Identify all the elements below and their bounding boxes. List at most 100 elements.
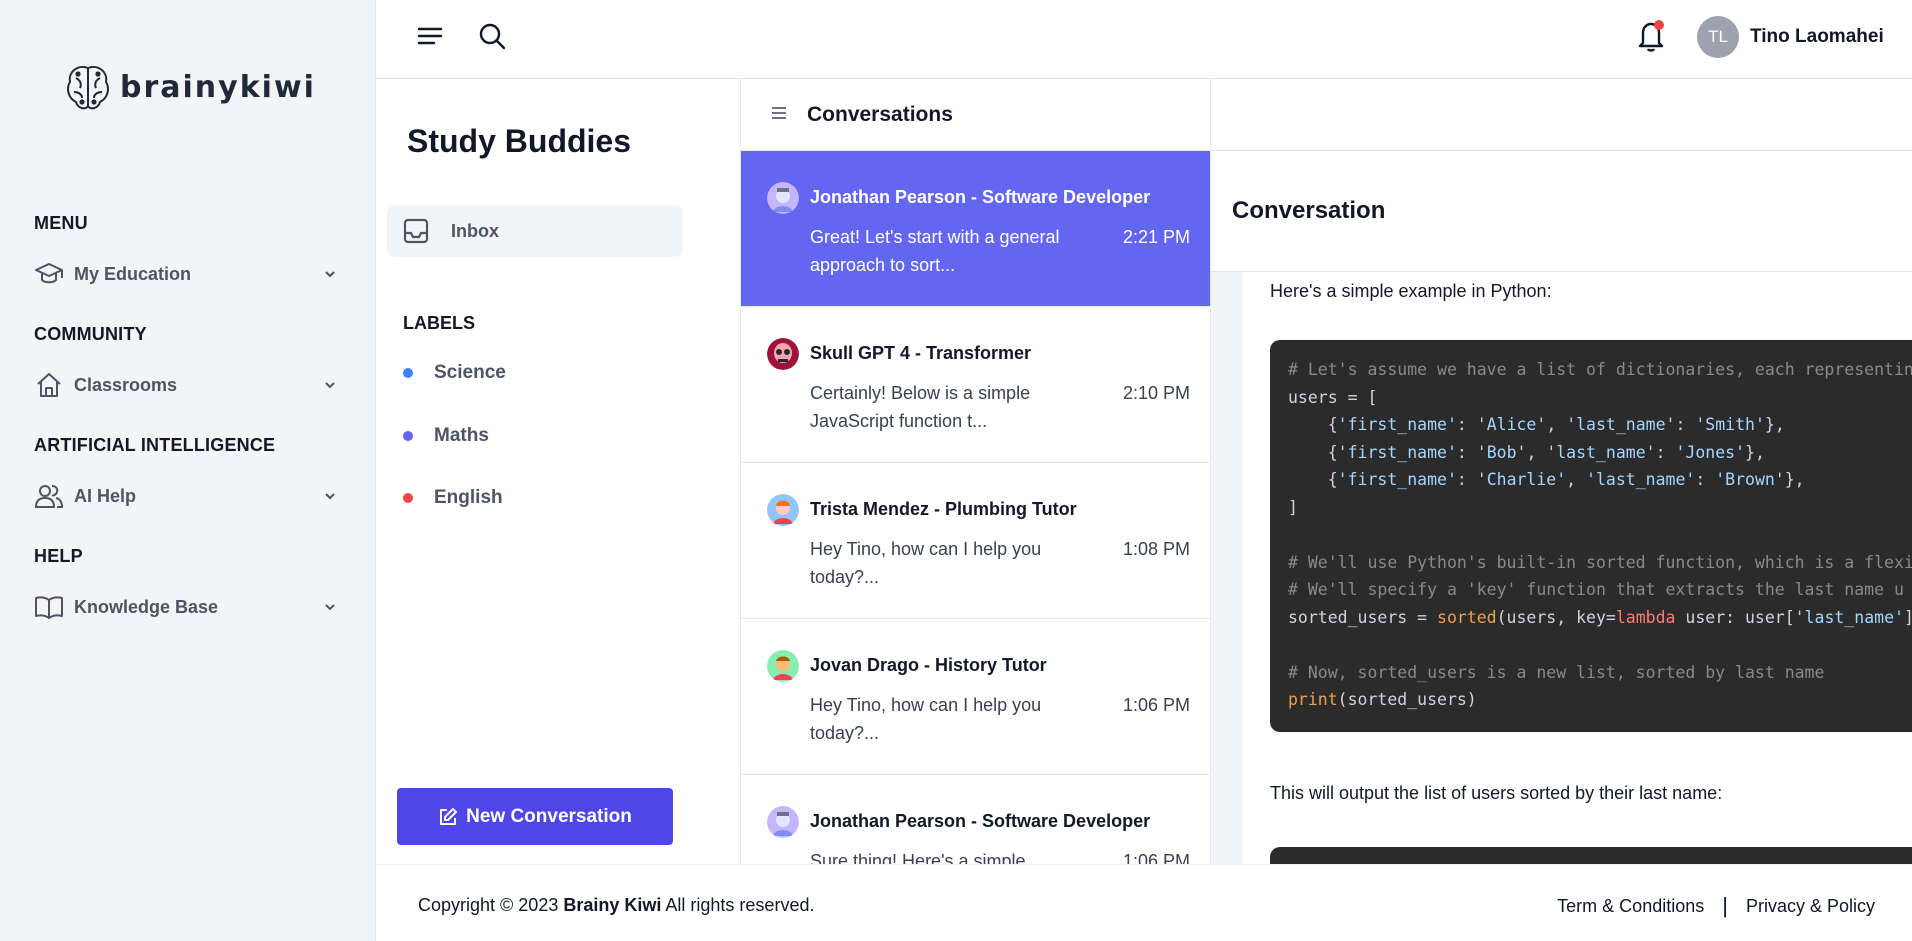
avatar <box>767 650 799 682</box>
graduation-cap-icon <box>32 257 66 291</box>
code-line: {'first_name': 'Bob', 'last_name': 'Jone… <box>1288 442 1765 462</box>
footer-links: Term & Conditions | Privacy & Policy <box>1557 893 1875 919</box>
chevron-down-icon <box>325 604 335 611</box>
conversation-preview: Great! Let's start with a general approa… <box>810 227 1060 275</box>
nav-my-education[interactable]: My Education <box>32 254 342 294</box>
home-icon <box>32 368 66 402</box>
message-intro: Here's a simple example in Python: <box>1270 281 1552 301</box>
conversation-item[interactable]: Trista Mendez - Plumbing Tutor Hey Tino,… <box>741 463 1210 619</box>
avatar[interactable]: TL <box>1697 16 1739 58</box>
sidebar: brainykiwi MENU My Education COMMUNITY C… <box>0 0 376 941</box>
conversation-title: Conversation <box>1232 197 1386 224</box>
conversation-panel: Conversation Here's a simple example in … <box>1211 79 1912 864</box>
nav-classrooms[interactable]: Classrooms <box>32 365 342 405</box>
conversation-time: 1:06 PM <box>1122 851 1190 864</box>
code-block[interactable]: # Let's assume we have a list of diction… <box>1270 340 1912 732</box>
conversations-list: Conversations Jonathan Pearson - Softwar… <box>741 79 1211 864</box>
footer-separator: | <box>1722 893 1728 918</box>
conversation-item[interactable]: Jonathan Pearson - Software Developer Su… <box>741 775 1210 864</box>
conversations-header: Conversations <box>741 79 1210 151</box>
code-line: {'first_name': 'Alice', 'last_name': 'Sm… <box>1288 415 1785 434</box>
conversations-title: Conversations <box>807 102 953 126</box>
conversation-panel-toolbar <box>1211 79 1912 151</box>
conversation-name: Skull GPT 4 - Transformer <box>810 343 1032 363</box>
new-conversation-button[interactable]: New Conversation <box>397 788 673 845</box>
brain-logo-icon <box>67 66 109 110</box>
hamburger-menu-icon[interactable] <box>414 20 446 52</box>
label-name: Science <box>434 362 506 383</box>
nav-ai-help-label: AI Help <box>74 485 137 506</box>
page-title: Study Buddies <box>407 123 632 159</box>
avatar <box>767 338 799 370</box>
study-buddies-panel: Study Buddies Inbox LABELS Science Maths… <box>376 79 741 864</box>
labels-heading: LABELS <box>403 313 475 333</box>
conversation-item[interactable]: Jovan Drago - History Tutor Hey Tino, ho… <box>741 619 1210 775</box>
code-line: # Now, sorted_users is a new list, sorte… <box>1288 662 1825 682</box>
conversation-preview: Sure thing! Here's a simple <box>810 851 1026 864</box>
nav-knowledge-base[interactable]: Knowledge Base <box>32 587 342 627</box>
inbox-item[interactable]: Inbox <box>387 205 683 257</box>
code-line: {'first_name': 'Charlie', 'last_name': '… <box>1288 470 1805 489</box>
logo[interactable]: brainykiwi <box>64 62 316 112</box>
code-line: print(sorted_users) <box>1288 690 1477 709</box>
ai-heading: ARTIFICIAL INTELLIGENCE <box>34 435 276 455</box>
help-heading: HELP <box>34 546 83 566</box>
menu-heading: MENU <box>34 213 88 233</box>
avatar <box>767 494 799 526</box>
label-name: English <box>434 487 503 508</box>
avatar <box>767 806 799 838</box>
code-line: # We'll use Python's built-in sorted fun… <box>1288 552 1912 572</box>
code-line: # We'll specify a 'key' function that ex… <box>1288 580 1904 599</box>
inbox-icon <box>403 218 429 244</box>
code-line: users = [ <box>1288 387 1378 407</box>
chevron-down-icon <box>325 382 335 389</box>
conversation-preview: Hey Tino, how can I help you today?... <box>810 695 1042 743</box>
code-line: sorted_users = sorted(users, key=lambda … <box>1288 607 1912 627</box>
code-line: ] <box>1288 497 1298 517</box>
username[interactable]: Tino Laomahei <box>1750 26 1884 48</box>
list-menu-icon[interactable] <box>771 104 787 125</box>
inbox-label: Inbox <box>451 220 499 241</box>
conversation-time: 1:06 PM <box>1122 695 1190 715</box>
conversation-item[interactable]: Jonathan Pearson - Software Developer Gr… <box>741 151 1210 307</box>
users-icon <box>32 479 66 513</box>
search-icon[interactable] <box>476 20 508 52</box>
privacy-link[interactable]: Privacy & Policy <box>1746 896 1875 917</box>
book-icon <box>32 590 66 624</box>
chevron-down-icon <box>325 271 335 278</box>
label-maths[interactable]: Maths <box>403 425 489 447</box>
message-outro: This will output the list of users sorte… <box>1270 783 1723 803</box>
label-dot <box>403 493 413 503</box>
terms-link[interactable]: Term & Conditions <box>1557 896 1704 917</box>
label-english[interactable]: English <box>403 487 503 509</box>
community-heading: COMMUNITY <box>34 324 147 344</box>
copyright-suffix: All rights reserved. <box>665 895 815 915</box>
label-name: Maths <box>434 425 489 446</box>
copyright: Copyright © 2023 Brainy Kiwi All rights … <box>418 895 814 916</box>
edit-icon <box>440 807 458 825</box>
code-line: # Let's assume we have a list of diction… <box>1288 360 1912 379</box>
conversation-time: 2:10 PM <box>1122 383 1190 403</box>
conversation-header: Conversation <box>1211 151 1912 272</box>
notification-bell-icon[interactable] <box>1634 18 1668 54</box>
company-name: Brainy Kiwi <box>563 895 662 915</box>
conversation-name: Jonathan Pearson - Software Developer <box>810 811 1151 831</box>
conversation-name: Trista Mendez - Plumbing Tutor <box>810 499 1077 519</box>
avatar <box>767 182 799 214</box>
footer: Copyright © 2023 Brainy Kiwi All rights … <box>376 864 1912 941</box>
brand-name: brainykiwi <box>120 69 316 105</box>
conversation-preview: Hey Tino, how can I help you today?... <box>810 539 1042 587</box>
conversation-name: Jonathan Pearson - Software Developer <box>810 187 1151 207</box>
label-science[interactable]: Science <box>403 362 506 384</box>
nav-ai-help[interactable]: AI Help <box>32 476 342 516</box>
label-dot <box>403 431 413 441</box>
nav-my-education-label: My Education <box>74 263 192 284</box>
top-bar: TL Tino Laomahei <box>376 0 1912 79</box>
label-dot <box>403 368 413 378</box>
conversation-time: 2:21 PM <box>1122 227 1190 247</box>
code-block[interactable] <box>1270 847 1912 864</box>
new-conversation-label: New Conversation <box>466 805 632 827</box>
chevron-down-icon <box>325 493 335 500</box>
conversation-item[interactable]: Skull GPT 4 - Transformer Certainly! Bel… <box>741 307 1210 463</box>
conversation-time: 1:08 PM <box>1122 539 1190 559</box>
